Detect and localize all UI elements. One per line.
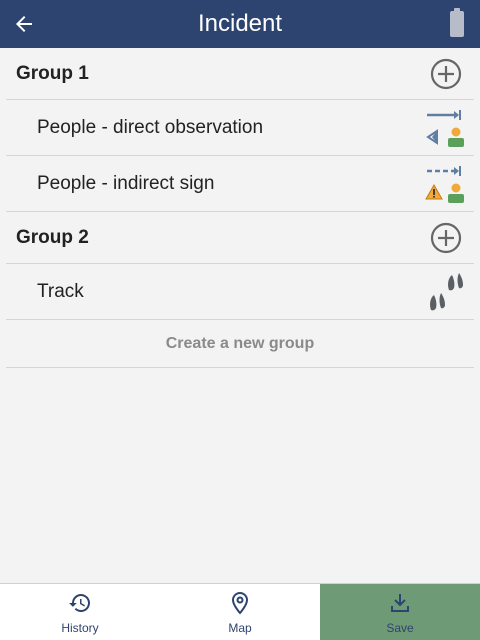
nav-history[interactable]: History xyxy=(0,584,160,640)
app-bar: Incident xyxy=(0,0,480,48)
add-circle-icon[interactable] xyxy=(430,58,462,90)
item-label: Track xyxy=(37,280,84,302)
page-title: Incident xyxy=(197,10,283,37)
people-direct-observation-icon xyxy=(426,109,464,147)
group-header-2: Group 2 xyxy=(6,212,474,264)
nav-label: Save xyxy=(386,621,414,635)
group-label: Group 1 xyxy=(16,62,89,84)
group-header-1: Group 1 xyxy=(6,48,474,100)
item-label: People - direct observation xyxy=(37,116,264,138)
nav-map[interactable]: Map xyxy=(160,584,320,640)
add-circle-icon[interactable] xyxy=(430,222,462,254)
people-indirect-sign-icon xyxy=(425,165,464,203)
nav-label: Map xyxy=(228,621,252,635)
list-item-track[interactable]: Track xyxy=(6,264,474,320)
nav-save[interactable]: Save xyxy=(320,584,480,640)
history-icon xyxy=(69,594,90,612)
hoof-track-icon xyxy=(430,272,463,310)
bottom-nav: History Map Save xyxy=(0,583,480,640)
item-label: People - indirect sign xyxy=(37,172,215,194)
download-icon xyxy=(391,594,409,612)
group-label: Group 2 xyxy=(16,226,89,248)
list-item-people-indirect[interactable]: People - indirect sign xyxy=(6,156,474,212)
create-group-label: Create a new group xyxy=(165,334,315,352)
list-item-people-direct[interactable]: People - direct observation xyxy=(6,100,474,156)
battery-icon xyxy=(450,8,464,37)
map-pin-icon xyxy=(231,591,249,615)
incident-group-list: Group 1 People - direct observation Peop… xyxy=(6,48,474,368)
nav-label: History xyxy=(61,621,99,635)
create-group-button[interactable]: Create a new group xyxy=(6,320,474,368)
